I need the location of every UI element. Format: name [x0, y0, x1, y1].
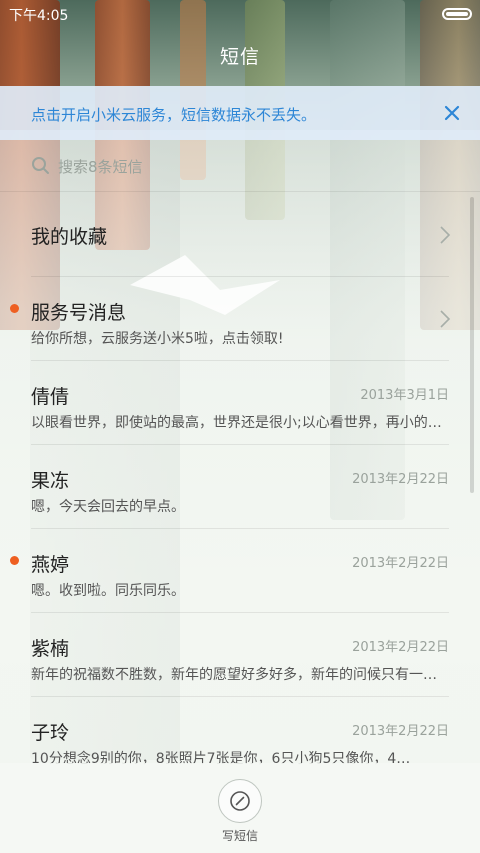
close-icon[interactable]: [436, 97, 468, 129]
chevron-right-icon: [440, 310, 451, 328]
scrollbar[interactable]: [470, 197, 474, 493]
list-item-conversation[interactable]: 果冻 2013年2月22日 嗯，今天会回去的早点。: [0, 445, 480, 529]
banner-text[interactable]: 点击开启小米云服务，短信数据永不丢失。: [31, 104, 316, 125]
list-item-conversation[interactable]: 倩倩 2013年3月1日 以眼看世界，即使站的最高，世界还是很小;以心看世界，再…: [0, 361, 480, 445]
battery-icon: [442, 8, 472, 20]
unread-dot: [10, 304, 19, 313]
search-input[interactable]: [56, 152, 440, 182]
list-item-conversation[interactable]: 燕婷 2013年2月22日 嗯。收到啦。同乐同乐。: [0, 529, 480, 613]
conversation-preview: 嗯。收到啦。同乐同乐。: [31, 583, 185, 599]
search-icon: [31, 156, 51, 176]
chevron-right-icon: [440, 226, 451, 244]
status-time: 下午4:05: [9, 8, 69, 24]
compose-button[interactable]: [218, 779, 262, 823]
conversation-date: 2013年2月22日: [352, 556, 449, 571]
compose-label[interactable]: 写短信: [0, 827, 480, 844]
conversation-preview: 嗯，今天会回去的早点。: [31, 499, 185, 515]
conversation-date: 2013年2月22日: [352, 472, 449, 487]
conversation-name: 燕婷: [31, 554, 70, 576]
page-title: 短信: [219, 46, 260, 68]
bottom-action-bar: 写短信: [0, 763, 480, 853]
conversation-preview: 给你所想，云服务送小米5啦，点击领取!: [31, 331, 284, 347]
status-bar: 下午4:05: [0, 0, 480, 28]
compose-icon: [230, 791, 250, 811]
conversation-name: 子玲: [31, 722, 70, 744]
conversation-name: 紫楠: [31, 638, 70, 660]
list-item-favorites[interactable]: 我的收藏: [0, 193, 480, 277]
conversation-date: 2013年3月1日: [360, 388, 449, 403]
conversation-name: 服务号消息: [31, 302, 127, 324]
conversation-preview: 以眼看世界，即使站的最高，世界还是很小;以心看世界，再小的世界都…: [31, 415, 448, 431]
conversation-name: 倩倩: [31, 386, 70, 408]
unread-dot: [10, 556, 19, 565]
conversation-preview: 新年的祝福数不胜数，新年的愿望好多好多，新年的问候只有一句…: [31, 667, 448, 683]
cloud-service-banner[interactable]: 点击开启小米云服务，短信数据永不丢失。: [0, 86, 480, 140]
list-item-conversation[interactable]: 紫楠 2013年2月22日 新年的祝福数不胜数，新年的愿望好多好多，新年的问候只…: [0, 613, 480, 697]
conversation-date: 2013年2月22日: [352, 724, 449, 739]
search-divider: [0, 191, 480, 192]
conversation-name: 我的收藏: [31, 226, 108, 248]
list-item-service-messages[interactable]: 服务号消息 给你所想，云服务送小米5啦，点击领取!: [0, 277, 480, 361]
conversation-date: 2013年2月22日: [352, 640, 449, 655]
search-bar[interactable]: [0, 140, 480, 192]
conversation-list: 我的收藏 服务号消息 给你所想，云服务送小米5啦，点击领取! 倩倩 2013年3…: [0, 193, 480, 781]
conversation-name: 果冻: [31, 470, 70, 492]
